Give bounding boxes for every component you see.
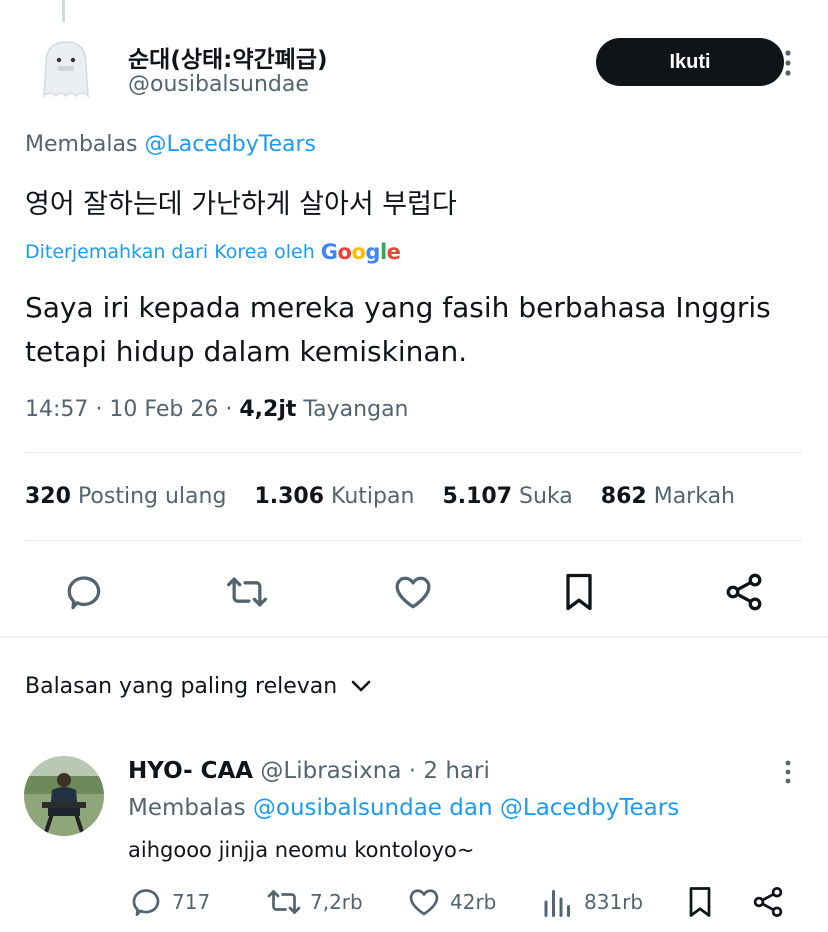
author-display-name[interactable]: 순대(상태:약간폐급): [128, 40, 328, 74]
stat-quotes[interactable]: 1.306 Kutipan: [254, 484, 414, 509]
tweet-time[interactable]: 14:57: [25, 397, 88, 422]
reply-replying-to-line: Membalas @ousibalsundae dan @LacedbyTear…: [128, 795, 679, 821]
tweet-date[interactable]: 10 Feb 26: [109, 397, 218, 422]
reply-more-options-icon[interactable]: [776, 758, 800, 788]
bookmark-icon[interactable]: [557, 570, 601, 614]
sort-label: Balasan yang paling relevan: [25, 674, 338, 699]
tweet-original-text: 영어 잘하는데 가난하게 살아서 부럽다: [25, 189, 457, 220]
reply-like-count: 42rb: [450, 890, 497, 914]
reply-sort-selector[interactable]: Balasan yang paling relevan: [25, 674, 371, 699]
views-count: 4,2jt: [239, 397, 297, 422]
divider: [25, 452, 803, 453]
views-icon: [544, 890, 570, 917]
like-icon[interactable]: [391, 570, 435, 614]
replying-to-line: Membalas @LacedbyTears: [25, 132, 316, 157]
reply-replying-prefix: Membalas: [128, 795, 246, 821]
reply-text: aihgooo jinjja neomu kontoloyo~: [128, 838, 475, 862]
bookmark-icon: [689, 887, 711, 917]
stat-bookmarks[interactable]: 862 Markah: [601, 484, 735, 509]
author-avatar[interactable]: [34, 38, 98, 102]
reply-handle[interactable]: @Librasixna: [260, 758, 401, 784]
share-icon: [753, 887, 783, 917]
reply-views-action[interactable]: 831rb: [540, 884, 643, 920]
stat-likes[interactable]: 5.107 Suka: [442, 484, 572, 509]
stat-reposts[interactable]: 320 Posting ulang: [25, 484, 226, 509]
translated-by-label: Diterjemahkan dari Korea oleh: [25, 241, 315, 263]
views-label: Tayangan: [303, 397, 409, 422]
section-divider: [0, 636, 828, 638]
reply-retweet-action[interactable]: 7,2rb: [266, 884, 363, 920]
share-icon[interactable]: [722, 570, 766, 614]
reply-reply-count: 717: [172, 890, 211, 914]
engagement-stats: 320 Posting ulang 1.306 Kutipan 5.107 Su…: [25, 484, 735, 509]
reply-bookmark-action[interactable]: [682, 884, 718, 920]
reply-replying-and: dan: [449, 795, 493, 821]
replying-to-link[interactable]: @LacedbyTears: [144, 132, 316, 157]
reply-time[interactable]: 2 hari: [423, 758, 489, 784]
reply-views-count: 831rb: [584, 890, 644, 914]
reply-share-action[interactable]: [750, 884, 786, 920]
reply-display-name[interactable]: HYO- CAA: [128, 758, 253, 784]
reply-like-action[interactable]: 42rb: [406, 884, 496, 920]
reply-icon: [132, 889, 160, 917]
reply-replying-link-1[interactable]: @ousibalsundae: [253, 795, 442, 821]
reply-replying-link-2[interactable]: @LacedbyTears: [500, 795, 679, 821]
author-handle[interactable]: @ousibalsundae: [128, 72, 309, 97]
reply-author-avatar[interactable]: [24, 756, 104, 836]
thread-line: [62, 0, 65, 22]
divider: [25, 540, 803, 541]
retweet-icon: [267, 890, 301, 914]
more-options-icon[interactable]: [776, 46, 800, 80]
tweet-translated-text: Saya iri kepada mereka yang fasih berbah…: [25, 291, 771, 368]
google-logo: Google: [320, 240, 401, 264]
tweet-meta: 14:57 · 10 Feb 26 · 4,2jt Tayangan: [25, 397, 409, 422]
reply-header: HYO- CAA @Librasixna · 2 hari: [128, 758, 490, 784]
follow-button[interactable]: Ikuti: [596, 38, 784, 86]
reply-retweet-count: 7,2rb: [310, 890, 363, 914]
replying-prefix: Membalas: [25, 132, 138, 157]
reply-reply-action[interactable]: 717: [128, 884, 210, 920]
chevron-down-icon: [351, 674, 371, 699]
retweet-icon[interactable]: [225, 570, 269, 614]
translation-attribution[interactable]: Diterjemahkan dari Korea oleh Google: [25, 240, 401, 264]
reply-icon[interactable]: [62, 570, 106, 614]
like-icon: [409, 889, 439, 916]
